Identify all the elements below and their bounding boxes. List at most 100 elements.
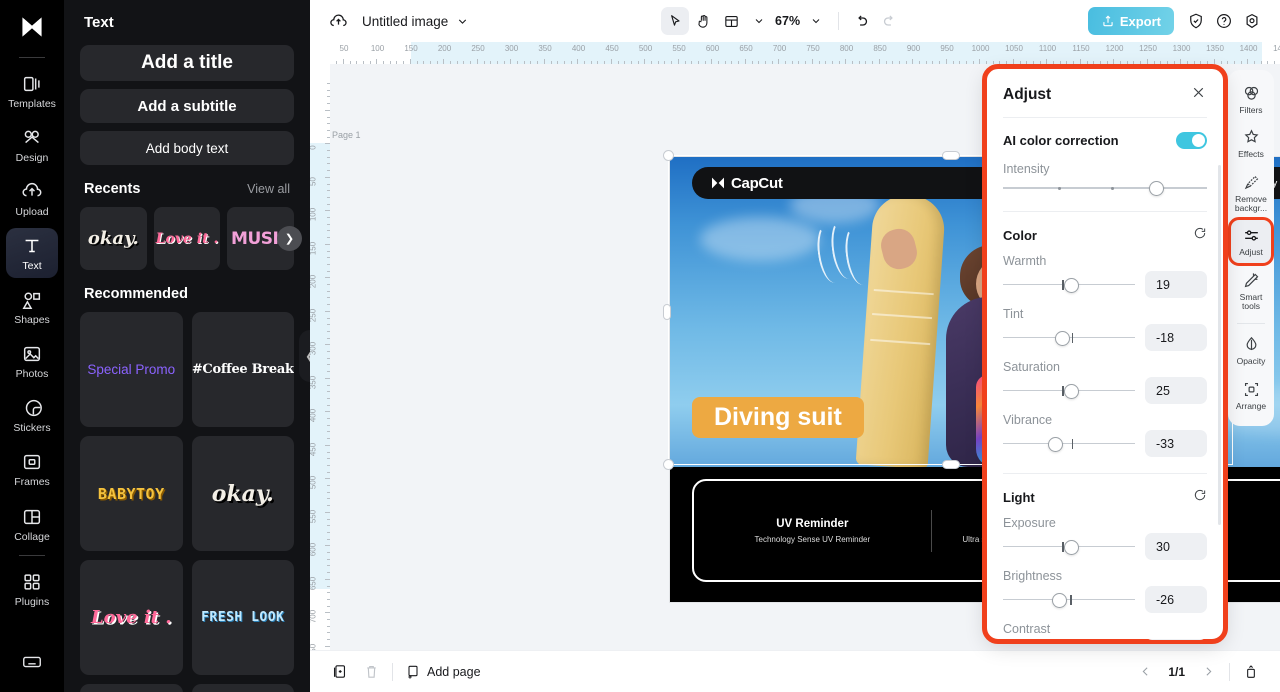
chevron-down-icon[interactable]	[448, 7, 476, 35]
vibrance-value[interactable]: -33	[1145, 430, 1207, 457]
collapse-panel-handle[interactable]: ❮	[299, 330, 310, 382]
ruler-minor-tick	[336, 61, 338, 64]
list-item[interactable]: #Coffee Break	[191, 312, 294, 427]
add-title-button[interactable]: Add a title	[80, 45, 294, 81]
export-button[interactable]: Export	[1087, 7, 1174, 35]
tint-value[interactable]: -18	[1145, 324, 1207, 351]
close-icon[interactable]	[1190, 84, 1207, 106]
tool-arrange[interactable]: Arrange	[1231, 374, 1271, 416]
brightness-value[interactable]: -26	[1145, 586, 1207, 613]
help-button[interactable]	[1210, 7, 1238, 35]
tool-filters[interactable]: Filters	[1231, 78, 1271, 120]
undo-icon	[857, 15, 867, 26]
slider-thumb[interactable]	[1064, 277, 1080, 293]
saturation-value[interactable]: 25	[1145, 377, 1207, 404]
zoom-caret[interactable]	[802, 7, 830, 35]
ruler-minor-tick	[325, 344, 330, 346]
tool-effects[interactable]: Effects	[1231, 122, 1271, 164]
ruler-minor-tick	[327, 156, 330, 158]
settings-button[interactable]	[1238, 7, 1266, 35]
brightness-slider[interactable]	[1003, 591, 1135, 609]
layout-caret[interactable]	[745, 7, 773, 35]
tint-slider[interactable]	[1003, 329, 1135, 347]
add-body-text-button[interactable]: Add body text	[80, 131, 294, 165]
slider-thumb[interactable]	[1054, 330, 1070, 346]
ruler-minor-tick	[503, 61, 505, 64]
design-brand: CapCut	[710, 175, 783, 192]
contrast-value[interactable]: 0	[1145, 639, 1207, 640]
rail-divider	[19, 57, 45, 58]
reset-icon[interactable]	[1193, 488, 1207, 507]
ruler-minor-tick	[550, 61, 552, 64]
slider-thumb[interactable]	[1052, 592, 1068, 608]
intensity-slider[interactable]	[1003, 179, 1207, 197]
tool-adjust[interactable]: Adjust	[1228, 217, 1274, 266]
zoom-level[interactable]: 67%	[773, 14, 802, 28]
ai-color-correction-toggle[interactable]	[1176, 132, 1207, 149]
vertical-ruler[interactable]: 0 50 100 150 200 250 300 350 400 450 500 550 600 650 7…	[310, 64, 330, 650]
ruler-minor-tick	[1099, 61, 1101, 64]
adjust-panel-scrollbar[interactable]	[1218, 165, 1221, 525]
sidebar-item-photos[interactable]: Photos	[6, 336, 58, 386]
tool-smart-tools[interactable]: Smart tools	[1231, 265, 1271, 317]
exposure-slider[interactable]	[1003, 538, 1135, 556]
warmth-slider[interactable]	[1003, 276, 1135, 294]
vibrance-slider[interactable]	[1003, 435, 1135, 453]
ruler-minor-tick	[362, 61, 364, 64]
ruler-tick-label: 1050	[1005, 44, 1023, 53]
prev-page-button[interactable]	[1132, 659, 1158, 685]
next-page-button[interactable]	[1195, 659, 1221, 685]
saturation-slider[interactable]	[1003, 382, 1135, 400]
sidebar-item-stickers[interactable]: Stickers	[6, 390, 58, 440]
shield-check-button[interactable]	[1182, 7, 1210, 35]
recents-view-all-link[interactable]: View all	[247, 182, 290, 196]
share-export-icon	[1103, 15, 1113, 27]
ruler-minor-tick	[952, 61, 954, 64]
exposure-value[interactable]: 30	[1145, 533, 1207, 560]
horizontal-ruler[interactable]: 50 100 150 200 250 300 350 400 450 500 550 600 650 70…	[330, 42, 1280, 64]
list-item[interactable]: Special Promo	[80, 312, 183, 427]
redo-button[interactable]	[875, 7, 903, 35]
add-subtitle-button[interactable]: Add a subtitle	[80, 89, 294, 123]
layout-tool[interactable]	[717, 7, 745, 35]
delete-page-button[interactable]	[358, 659, 384, 685]
slider-thumb[interactable]	[1148, 181, 1164, 196]
sidebar-item-frames[interactable]: Frames	[6, 444, 58, 494]
sidebar-item-collage[interactable]: Collage	[6, 499, 58, 549]
list-item[interactable]: Love it .	[80, 560, 183, 675]
list-item[interactable]: okay.	[191, 436, 294, 551]
document-title[interactable]: Untitled image	[362, 14, 448, 29]
sidebar-item-upload[interactable]: Upload	[6, 174, 58, 224]
pages-panel-icon	[1247, 664, 1255, 678]
list-item[interactable]: okay.	[80, 207, 147, 270]
sidebar-item-design[interactable]: Design	[6, 120, 58, 170]
list-item[interactable]: FRESH LOOK	[191, 560, 294, 675]
tool-opacity[interactable]: Opacity	[1231, 329, 1271, 371]
chevron-right-icon[interactable]: ❯	[277, 226, 302, 251]
warmth-value[interactable]: 19	[1145, 271, 1207, 298]
duplicate-page-icon[interactable]	[326, 659, 352, 685]
keyboard-icon[interactable]	[21, 651, 43, 678]
reset-icon[interactable]	[1193, 226, 1207, 245]
pages-panel-button[interactable]	[1238, 659, 1264, 685]
slider-thumb[interactable]	[1064, 383, 1080, 399]
sidebar-item-shapes[interactable]: Shapes	[6, 282, 58, 332]
slider-thumb[interactable]	[1048, 436, 1064, 452]
tool-remove-background[interactable]: Remove backgr...	[1231, 167, 1271, 219]
add-page-button[interactable]: Add page	[405, 664, 481, 680]
recommended-item-label: BABYTOY	[97, 484, 165, 503]
sidebar-item-label: Templates	[8, 98, 56, 110]
hand-pan-tool[interactable]	[689, 7, 717, 35]
cursor-select-tool[interactable]	[661, 7, 690, 35]
sidebar-item-templates[interactable]: Templates	[6, 66, 58, 116]
slider-thumb[interactable]	[1064, 539, 1080, 555]
list-item[interactable]	[191, 684, 294, 692]
capcut-logo-icon[interactable]	[19, 14, 45, 45]
list-item[interactable]: BABYTOY	[80, 436, 183, 551]
sidebar-item-text[interactable]: Text	[6, 228, 58, 279]
sidebar-item-plugins[interactable]: Plugins	[6, 564, 58, 614]
undo-button[interactable]	[847, 7, 875, 35]
list-item[interactable]: Love it .	[153, 207, 221, 270]
list-item[interactable]	[80, 684, 183, 692]
cloud-upload-icon[interactable]	[324, 7, 352, 35]
